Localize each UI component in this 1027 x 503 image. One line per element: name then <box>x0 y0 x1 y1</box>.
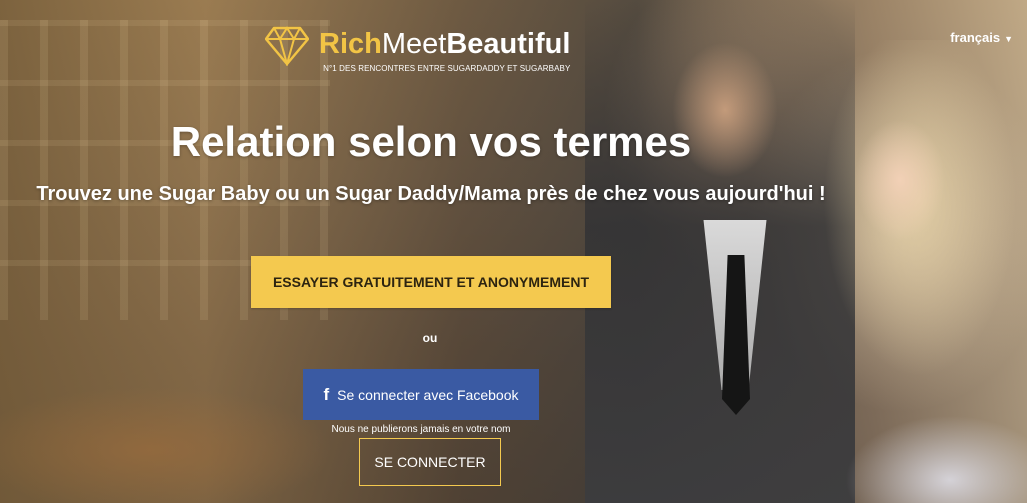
brand-tagline: N°1 DES RENCONTRES ENTRE SUGARDADDY ET S… <box>323 64 571 73</box>
facebook-login-button[interactable]: f Se connecter avec Facebook <box>303 369 539 420</box>
caret-down-icon: ▼ <box>1004 34 1013 44</box>
facebook-note: Nous ne publierons jamais en votre nom <box>331 424 511 435</box>
diamond-icon <box>265 26 309 66</box>
brand-beautiful: Beautiful <box>446 28 571 60</box>
language-selector[interactable]: français ▼ <box>950 30 1013 45</box>
brand-rich: Rich <box>319 28 382 60</box>
site-logo[interactable]: RichMeetBeautiful N°1 DES RENCONTRES ENT… <box>265 26 570 73</box>
facebook-f-icon: f <box>323 384 330 404</box>
hero-title: Relation selon vos termes <box>170 118 692 165</box>
logo-text: RichMeetBeautiful N°1 DES RENCONTRES ENT… <box>319 28 570 73</box>
brand-meet: Meet <box>381 28 447 60</box>
background-woman <box>800 40 1027 503</box>
try-free-button[interactable]: ESSAYER GRATUITEMENT ET ANONYMEMENT <box>251 256 611 308</box>
brand-name: RichMeetBeautiful <box>319 28 570 60</box>
hero-subtitle: Trouvez une Sugar Baby ou un Sugar Daddy… <box>36 183 826 205</box>
language-label: français <box>950 30 1001 45</box>
facebook-login-label: Se connecter avec Facebook <box>337 386 519 403</box>
or-separator: ou <box>422 331 438 345</box>
login-button[interactable]: SE CONNECTER <box>359 438 501 486</box>
